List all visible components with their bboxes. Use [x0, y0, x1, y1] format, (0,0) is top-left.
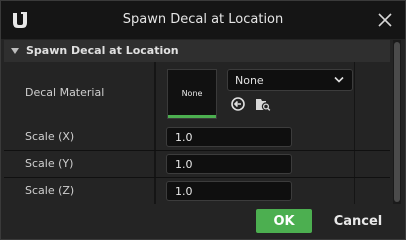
chevron-down-icon — [334, 76, 344, 83]
scrollbar[interactable] — [393, 40, 401, 204]
scrollbar-thumb[interactable] — [394, 42, 400, 202]
cancel-button[interactable]: Cancel — [323, 209, 393, 233]
decal-material-label: Decal Material — [25, 86, 105, 99]
material-thumbnail[interactable]: None — [167, 69, 217, 119]
scale-y-field[interactable] — [166, 154, 293, 174]
scale-z-input[interactable] — [167, 182, 293, 200]
dialog-window: Spawn Decal at Location Spawn Decal at L… — [0, 0, 406, 240]
close-icon[interactable] — [378, 13, 392, 27]
column-divider[interactable] — [154, 178, 156, 204]
dialog-title: Spawn Decal at Location — [122, 12, 284, 27]
column-divider[interactable] — [154, 62, 156, 124]
properties-panel: Decal Material None None Scale (X) 1.0 S… — [4, 62, 390, 205]
scale-z-row: Scale (Z) — [4, 178, 390, 205]
scale-y-label: Scale (Y) — [25, 157, 74, 170]
column-divider[interactable] — [154, 124, 156, 150]
right-divider — [354, 151, 355, 177]
right-divider — [354, 62, 355, 124]
dialog-footer: OK Cancel — [1, 204, 405, 239]
browse-folder-icon[interactable] — [255, 96, 271, 112]
scale-x-label: Scale (X) — [25, 130, 75, 143]
scale-z-label: Scale (Z) — [25, 184, 75, 197]
column-divider[interactable] — [154, 151, 156, 177]
expand-triangle-icon[interactable] — [10, 46, 20, 56]
scale-x-input[interactable] — [167, 128, 293, 146]
material-combo-box[interactable]: None — [227, 69, 353, 91]
scale-z-field[interactable] — [166, 181, 293, 201]
material-selected-value: None — [235, 74, 264, 87]
scale-x-row: Scale (X) — [4, 124, 390, 151]
thumbnail-type-bar — [168, 115, 216, 118]
title-bar[interactable]: Spawn Decal at Location — [1, 1, 405, 39]
right-divider — [354, 178, 355, 204]
scale-y-row: Scale (Y) — [4, 151, 390, 178]
decal-material-row: Decal Material None None — [4, 62, 390, 125]
thumbnail-caption: None — [181, 89, 203, 98]
use-selected-arrow-icon[interactable] — [230, 96, 246, 112]
right-divider — [354, 124, 355, 150]
scale-x-field[interactable] — [166, 127, 293, 147]
section-title: Spawn Decal at Location — [26, 44, 179, 57]
scale-y-input[interactable] — [167, 155, 293, 173]
section-header[interactable]: Spawn Decal at Location — [4, 40, 390, 62]
ok-button[interactable]: OK — [256, 209, 312, 233]
